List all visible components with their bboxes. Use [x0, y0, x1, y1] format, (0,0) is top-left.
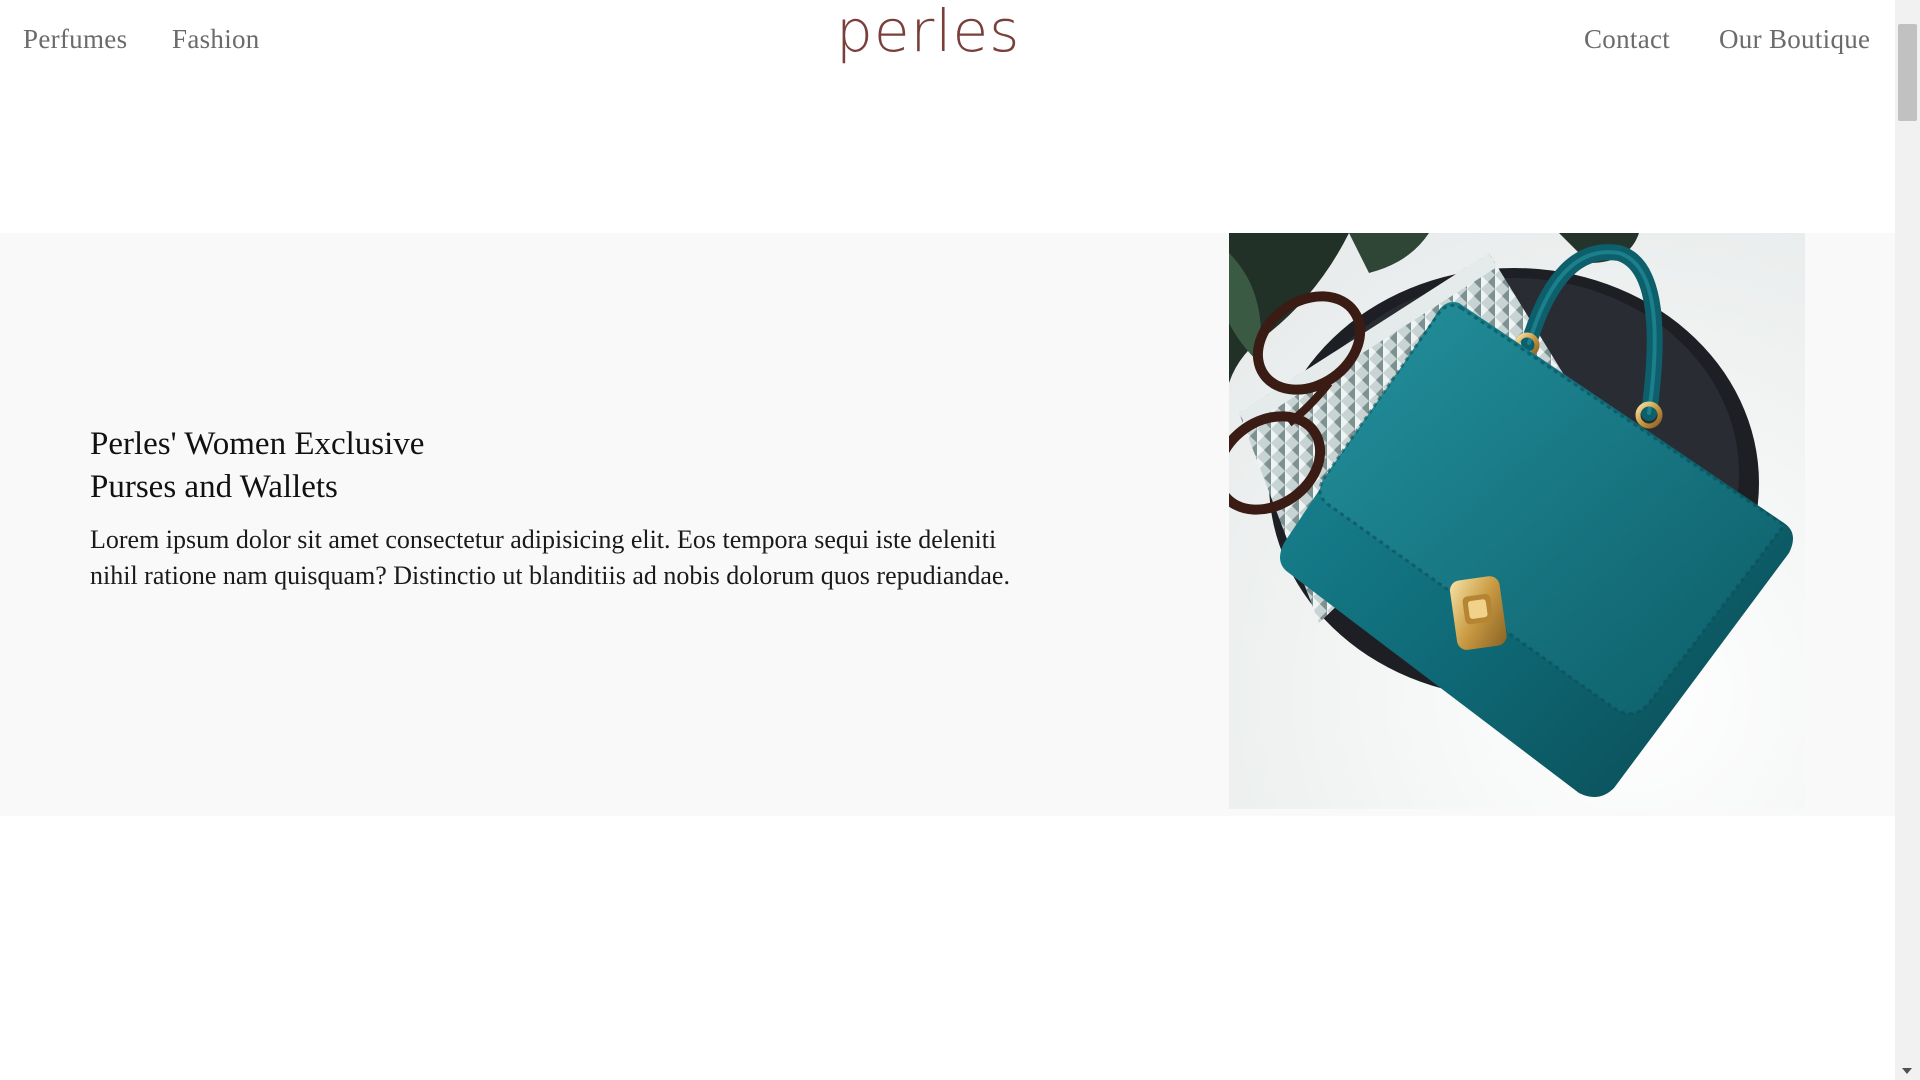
- brand-logo[interactable]: perles: [836, 0, 1020, 60]
- nav-link-perfumes[interactable]: Perfumes: [23, 24, 127, 55]
- chevron-down-icon[interactable]: [1902, 1068, 1912, 1074]
- feature-heading-line2: Purses and Wallets: [90, 469, 338, 505]
- vertical-scrollbar[interactable]: [1895, 0, 1920, 1080]
- scrollbar-thumb[interactable]: [1898, 24, 1917, 121]
- page: Perfumes Fashion perles Contact Our Bout…: [0, 0, 1895, 1080]
- nav-link-our-boutique[interactable]: Our Boutique: [1719, 24, 1870, 55]
- page-lower-space: [0, 816, 1895, 1080]
- feature-section: Perles' Women Exclusive Purses and Walle…: [0, 233, 1895, 816]
- nav-link-fashion[interactable]: Fashion: [172, 24, 260, 55]
- handbag-illustration: [1229, 233, 1805, 809]
- feature-heading-line1: Perles' Women Exclusive: [90, 426, 425, 462]
- feature-heading: Perles' Women Exclusive Purses and Walle…: [90, 423, 590, 509]
- product-image-teal-handbag: [1229, 233, 1805, 809]
- feature-description: Lorem ipsum dolor sit amet consectetur a…: [90, 525, 1010, 590]
- nav-link-contact[interactable]: Contact: [1584, 24, 1670, 55]
